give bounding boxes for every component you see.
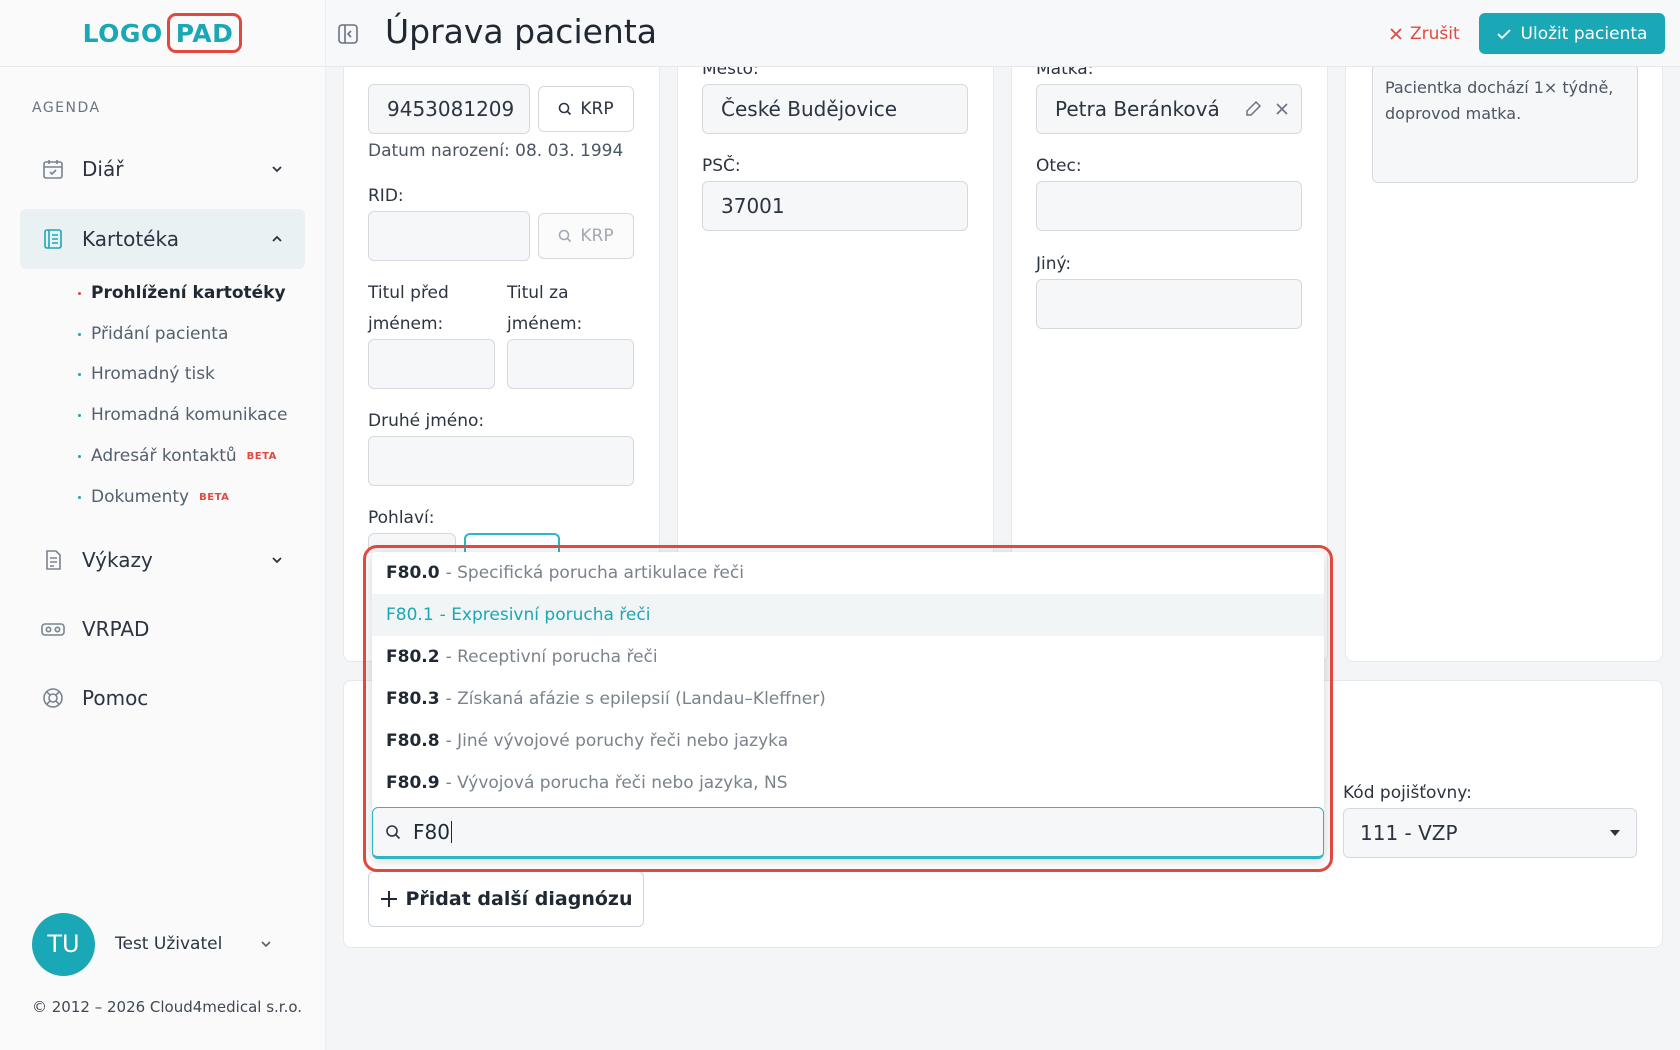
sidebar-subitem-dokumenty[interactable]: Dokumenty BETA [78, 482, 229, 512]
sidebar-item-diar[interactable]: Diář [20, 139, 305, 199]
sidebar-subitem-pridani[interactable]: Přidání pacienta [78, 319, 228, 349]
address-book-icon [40, 226, 66, 252]
plus-icon [380, 891, 397, 907]
calendar-icon [40, 156, 66, 182]
second-name-field[interactable] [368, 436, 634, 486]
bullet-dot [78, 291, 81, 295]
caret-down-icon [1610, 830, 1620, 836]
sidebar-subitem-hromadny-tisk[interactable]: Hromadný tisk [78, 359, 215, 389]
title-before-label-2: jménem: [368, 314, 444, 334]
subitem-label: Prohlížení kartotéky [91, 283, 286, 303]
bullet-dot [78, 454, 81, 458]
title-after-label: Titul za [507, 283, 569, 303]
title-after-field[interactable] [507, 339, 634, 389]
beta-badge: BETA [199, 491, 230, 503]
user-name: Test Uživatel [115, 934, 223, 954]
subitem-label: Hromadná komunikace [91, 405, 288, 425]
vr-headset-icon [40, 616, 66, 642]
subitem-label: Přidání pacienta [91, 324, 229, 344]
insurance-select[interactable]: 111 - VZP [1343, 808, 1637, 858]
second-name-label: Druhé jméno: [368, 411, 485, 431]
rid-field[interactable] [368, 211, 530, 261]
note-textarea[interactable]: Pacientka dochází 1× týdně, doprovod mat… [1372, 64, 1638, 183]
krp-lookup-button[interactable]: KRP [538, 86, 634, 132]
copyright: © 2012 – 2026 Cloud4medical s.r.o. [32, 998, 303, 1016]
father-label: Otec: [1036, 156, 1082, 176]
header-bar: Úprava pacienta Zrušit Uložit pacienta [326, 0, 1680, 67]
section-label-agenda: AGENDA [32, 100, 101, 116]
add-diagnosis-label: Přidat další diagnózu [405, 888, 633, 910]
clear-icon[interactable] [1272, 99, 1292, 119]
insurance-label: Kód pojišťovny: [1343, 783, 1472, 803]
sidebar-item-label: Diář [82, 157, 124, 181]
edit-icon[interactable] [1243, 99, 1263, 119]
title-before-field[interactable] [368, 339, 495, 389]
other-contact-field[interactable] [1036, 279, 1302, 329]
sidebar-item-vykazy[interactable]: Výkazy [20, 530, 305, 590]
report-icon [40, 547, 66, 573]
chevron-down-icon [261, 941, 271, 948]
insurance-value: 111 - VZP [1360, 821, 1458, 845]
avatar: TU [32, 912, 95, 976]
father-field[interactable] [1036, 181, 1302, 231]
sidebar-item-label: Výkazy [82, 548, 153, 572]
search-icon [559, 229, 572, 243]
chevron-down-icon [272, 166, 282, 173]
sidebar-collapse-icon[interactable] [336, 22, 360, 46]
gender-label: Pohlaví: [368, 508, 435, 528]
user-menu[interactable]: TU Test Uživatel [32, 912, 292, 976]
sidebar-item-kartoteka[interactable]: Kartotéka [20, 209, 305, 269]
sidebar-item-label: VRPAD [82, 617, 150, 641]
subitem-label: Hromadný tisk [91, 364, 215, 384]
cancel-label: Zrušit [1410, 24, 1460, 44]
highlight-outline [363, 545, 1333, 872]
logo-part-2: PAD [166, 13, 243, 53]
birth-number-field[interactable]: 9453081209 [368, 84, 530, 134]
beta-badge: BETA [246, 450, 277, 462]
zip-label: PSČ: [702, 156, 741, 176]
cancel-button[interactable]: Zrušit [1390, 20, 1460, 48]
sidebar-item-label: Kartotéka [82, 227, 179, 251]
save-patient-button[interactable]: Uložit pacienta [1479, 13, 1665, 54]
sidebar-item-vrpad[interactable]: VRPAD [20, 599, 305, 659]
krp-label: KRP [580, 99, 614, 119]
zip-field[interactable]: 37001 [702, 181, 968, 231]
search-icon [559, 102, 572, 116]
title-before-label: Titul před [368, 283, 449, 303]
add-diagnosis-button[interactable]: Přidat další diagnózu [368, 871, 644, 927]
bullet-dot [78, 413, 81, 417]
chevron-up-icon [272, 235, 282, 242]
rid-krp-button[interactable]: KRP [538, 213, 634, 259]
title-after-label-2: jménem: [507, 314, 583, 334]
close-icon [1390, 28, 1402, 40]
sidebar: LOGO PAD AGENDA Diář Kartotéka Prohlížen… [0, 0, 326, 1050]
krp-label: KRP [580, 226, 614, 246]
lifebuoy-icon [40, 685, 66, 711]
other-contact-label: Jiný: [1036, 254, 1072, 274]
save-label: Uložit pacienta [1520, 23, 1648, 44]
sidebar-subitem-hromadna-komunikace[interactable]: Hromadná komunikace [78, 400, 287, 430]
rid-label: RID: [368, 186, 404, 206]
bullet-dot [78, 332, 81, 336]
logo[interactable]: LOGO PAD [83, 13, 243, 53]
sidebar-item-pomoc[interactable]: Pomoc [20, 668, 305, 728]
subitem-label: Adresář kontaktů [91, 446, 237, 466]
sidebar-subitem-prohlizeni[interactable]: Prohlížení kartotéky [78, 278, 286, 308]
page-title: Úprava pacienta [385, 12, 657, 51]
city-field[interactable]: České Budějovice [702, 84, 968, 134]
logo-part-1: LOGO [82, 18, 163, 48]
birth-date-text: Datum narození: 08. 03. 1994 [368, 141, 624, 161]
chevron-down-icon [272, 557, 282, 564]
subitem-label: Dokumenty [91, 487, 190, 507]
bullet-dot [78, 495, 81, 499]
sidebar-item-label: Pomoc [82, 686, 149, 710]
bullet-dot [78, 372, 81, 376]
check-icon [1496, 28, 1511, 39]
sidebar-subitem-adresar[interactable]: Adresář kontaktů BETA [78, 441, 277, 471]
logo-area: LOGO PAD [0, 0, 325, 67]
